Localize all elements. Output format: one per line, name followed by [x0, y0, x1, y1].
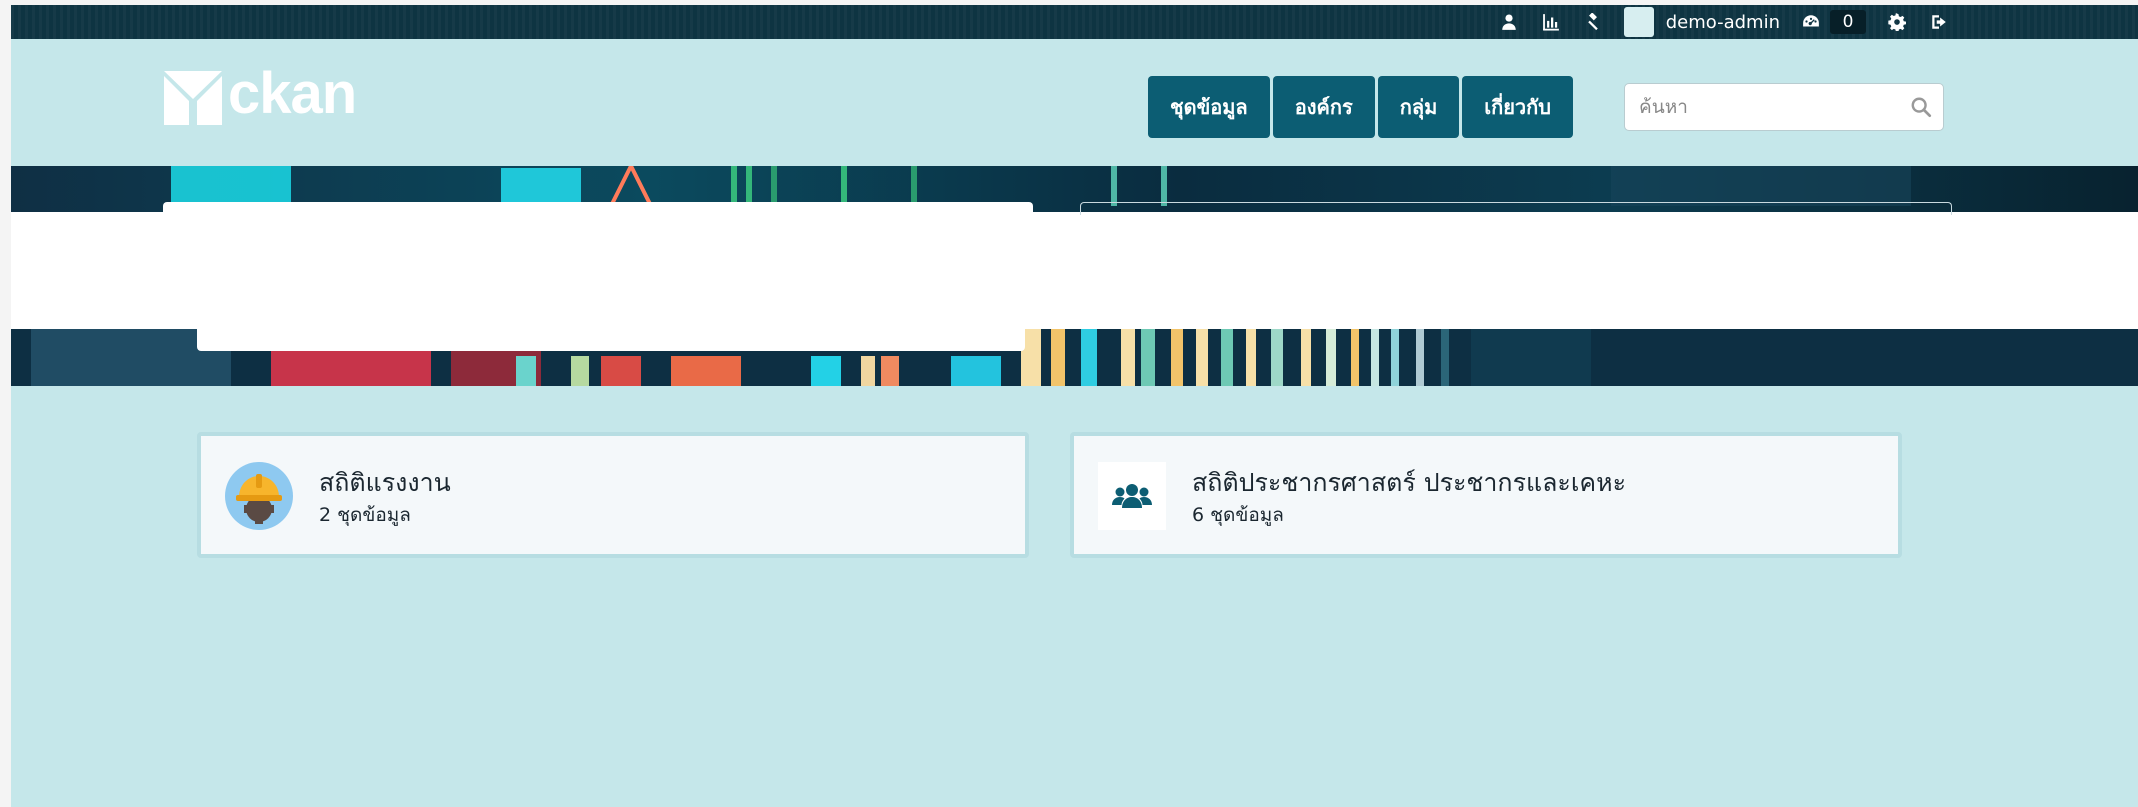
dashboard-count-badge: 0 — [1830, 10, 1866, 34]
user-icon[interactable] — [1498, 11, 1520, 33]
nav-datasets[interactable]: ชุดข้อมูล — [1148, 76, 1270, 138]
hero-panel-left-top — [163, 202, 1033, 216]
site-logo[interactable]: ckan — [164, 65, 357, 125]
group-title: สถิติแรงงาน — [319, 468, 451, 497]
users-icon — [1098, 462, 1166, 530]
group-dataset-count: 6 ชุดข้อมูล — [1192, 504, 1284, 526]
dashboard-link[interactable]: 0 — [1800, 10, 1866, 34]
worker-helmet-icon — [225, 462, 293, 530]
page: demo-admin 0 ckan ชุดข้อมูล องค์กร กลุ่ม… — [11, 5, 2138, 807]
gear-icon[interactable] — [1886, 11, 1908, 33]
account-actions: demo-admin 0 — [1498, 5, 1950, 39]
main-nav: ชุดข้อมูล องค์กร กลุ่ม เกี่ยวกับ — [1148, 76, 1573, 138]
hero-panel-left-bottom — [197, 324, 1025, 351]
username: demo-admin — [1665, 11, 1780, 33]
search-icon — [1911, 97, 1932, 118]
logo-text: ckan — [228, 61, 357, 126]
group-title: สถิติประชากรศาสตร์ ประชากรและเคหะ — [1192, 468, 1627, 497]
nav-groups[interactable]: กลุ่ม — [1377, 76, 1460, 138]
nav-about[interactable]: เกี่ยวกับ — [1462, 76, 1573, 138]
group-card-demography[interactable]: สถิติประชากรศาสตร์ ประชากรและเคหะ 6 ชุดข… — [1070, 432, 1902, 558]
account-masthead: demo-admin 0 — [11, 5, 2138, 39]
nav-organizations[interactable]: องค์กร — [1272, 76, 1375, 138]
avatar — [1623, 7, 1654, 37]
hero-banner — [11, 166, 2138, 386]
dashboard-icon — [1800, 11, 1822, 33]
gavel-icon[interactable] — [1582, 11, 1604, 33]
site-header: ckan ชุดข้อมูล องค์กร กลุ่ม เกี่ยวกับ — [11, 39, 2138, 166]
search-button[interactable] — [1899, 84, 1943, 130]
bar-chart-icon[interactable] — [1540, 11, 1562, 33]
hero-panel-right-top — [1080, 202, 1952, 215]
search-input[interactable] — [1625, 84, 1899, 130]
group-dataset-count: 2 ชุดข้อมูล — [319, 504, 411, 526]
sign-out-icon[interactable] — [1928, 11, 1950, 33]
ckan-logo-icon — [164, 71, 222, 125]
user-menu[interactable]: demo-admin — [1623, 7, 1780, 37]
group-card-labour[interactable]: สถิติแรงงาน 2 ชุดข้อมูล — [197, 432, 1029, 558]
hero-overlay — [11, 212, 2138, 329]
search-form — [1624, 83, 1944, 131]
